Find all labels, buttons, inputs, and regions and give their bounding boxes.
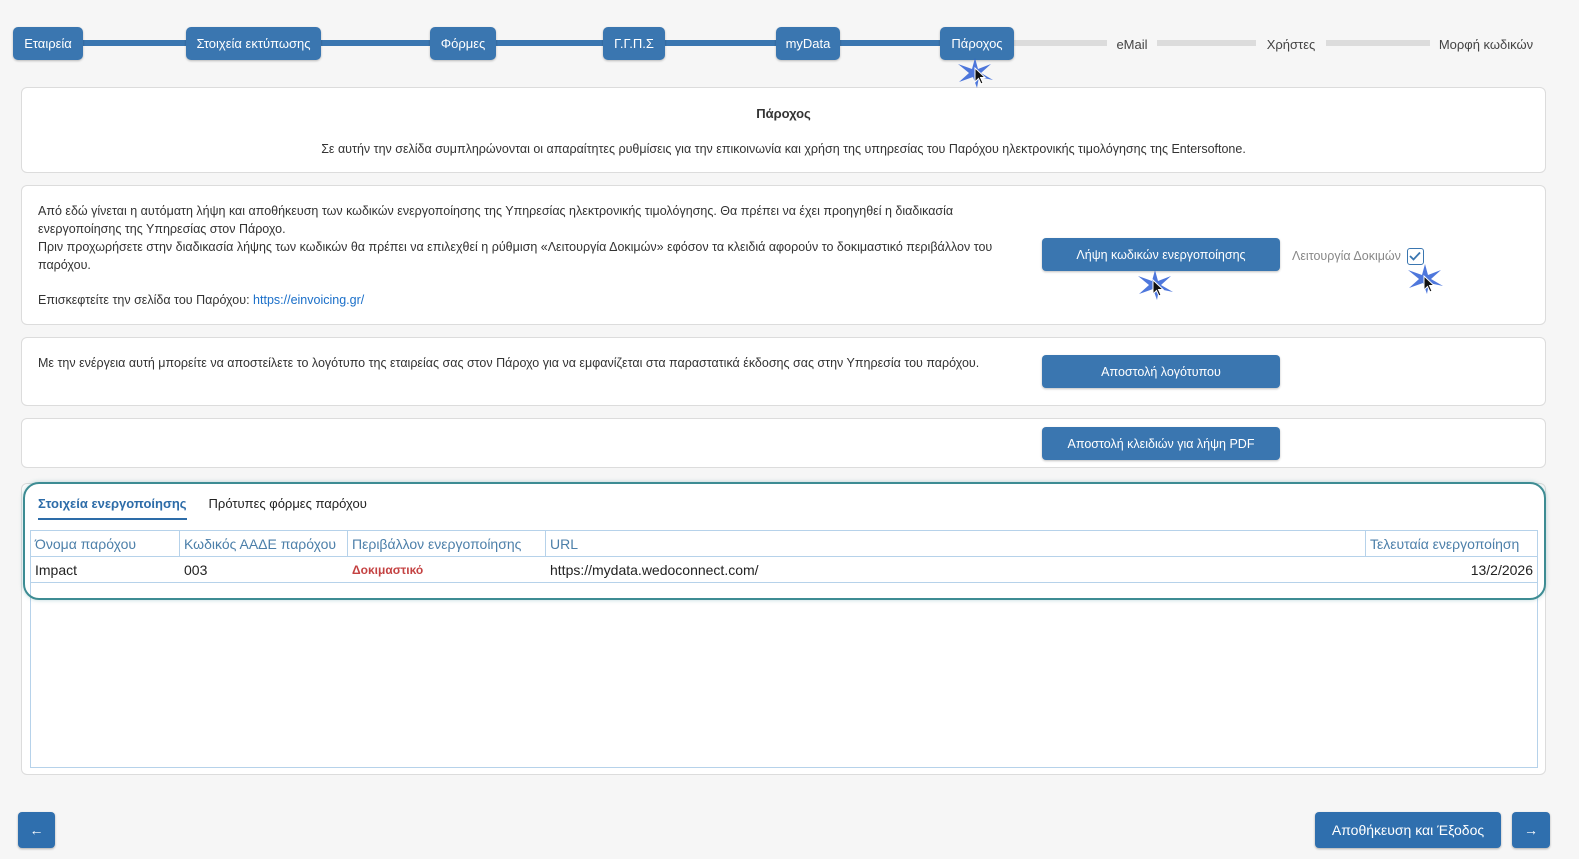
logo-card: Με την ενέργεια αυτή μπορείτε να αποστεί… xyxy=(21,337,1546,406)
visit-provider-line: Επισκεφτείτε την σελίδα του Παρόχου: htt… xyxy=(38,291,1018,309)
send-logo-button[interactable]: Αποστολή λογότυπου xyxy=(1042,355,1280,388)
step-code-format[interactable]: Μορφή κωδικών xyxy=(1430,34,1542,54)
cell-environment: Δοκιμαστικό xyxy=(348,557,546,582)
step-mydata[interactable]: myData xyxy=(776,27,840,60)
arrow-left-icon: ← xyxy=(29,822,44,838)
step-print-settings[interactable]: Στοιχεία εκτύπωσης xyxy=(186,27,321,60)
test-mode-label: Λειτουργία Δοκιμών xyxy=(1292,249,1401,263)
next-button[interactable]: → xyxy=(1512,812,1550,848)
arrow-right-icon: → xyxy=(1524,822,1538,838)
environment-badge: Δοκιμαστικό xyxy=(352,562,424,577)
step-email[interactable]: eMail xyxy=(1107,34,1157,54)
activation-text-2: Πριν προχωρήσετε στην διαδικασία λήψης τ… xyxy=(38,240,993,272)
col-provider-name[interactable]: Όνομα παρόχου xyxy=(31,531,180,556)
table-row[interactable]: Impact 003 Δοκιμαστικό https://mydata.we… xyxy=(31,557,1537,583)
intro-card: Πάροχος Σε αυτήν την σελίδα συμπληρώνοντ… xyxy=(21,87,1546,173)
pdf-card: Αποστολή κλειδιών για λήψη PDF xyxy=(21,418,1546,468)
test-mode-toggle[interactable]: Λειτουργία Δοκιμών xyxy=(1292,246,1424,266)
activation-card: Από εδώ γίνεται η αυτόματη λήψη και αποθ… xyxy=(21,185,1546,325)
cell-last-activation: 13/2/2026 xyxy=(1470,561,1533,578)
col-environment[interactable]: Περιβάλλον ενεργοποίησης xyxy=(348,531,546,556)
tab-activation-details[interactable]: Στοιχεία ενεργοποίησης xyxy=(38,496,187,520)
test-mode-checkbox[interactable] xyxy=(1406,247,1424,265)
save-and-exit-button[interactable]: Αποθήκευση και Έξοδος xyxy=(1315,812,1501,848)
send-pdf-keys-button[interactable]: Αποστολή κλειδιών για λήψη PDF xyxy=(1042,427,1280,460)
col-aade-code[interactable]: Κωδικός ΑΑΔΕ παρόχου xyxy=(180,531,348,556)
cell-aade-code: 003 xyxy=(184,561,208,578)
activation-text-1: Από εδώ γίνεται η αυτόματη λήψη και αποθ… xyxy=(38,204,954,236)
visit-provider-label: Επισκεφτείτε την σελίδα του Παρόχου: xyxy=(38,293,250,307)
col-last-activation[interactable]: Τελευταία ενεργοποίηση xyxy=(1366,531,1537,556)
grid-header-row: Όνομα παρόχου Κωδικός ΑΑΔΕ παρόχου Περιβ… xyxy=(31,531,1537,557)
step-company[interactable]: Εταιρεία xyxy=(13,27,83,60)
page-title: Πάροχος xyxy=(756,106,811,121)
logo-description: Με την ενέργεια αυτή μπορείτε να αποστεί… xyxy=(38,356,980,370)
get-activation-codes-button[interactable]: Λήψη κωδικών ενεργοποίησης xyxy=(1042,238,1280,271)
activation-description: Από εδώ γίνεται η αυτόματη λήψη και αποθ… xyxy=(38,202,1018,309)
page-description: Σε αυτήν την σελίδα συμπληρώνονται οι απ… xyxy=(321,142,1246,156)
step-users[interactable]: Χρήστες xyxy=(1256,34,1326,54)
activation-grid: Όνομα παρόχου Κωδικός ΑΑΔΕ παρόχου Περιβ… xyxy=(30,530,1538,768)
setup-stepper: Εταιρεία Στοιχεία εκτύπωσης Φόρμες Γ.Γ.Π… xyxy=(0,0,1579,86)
tab-provider-templates[interactable]: Πρότυπες φόρμες παρόχου xyxy=(209,496,367,520)
cell-url: https://mydata.wedoconnect.com/ xyxy=(550,561,759,578)
stepper-remaining-line xyxy=(1010,40,1430,46)
cell-provider-name: Impact xyxy=(35,561,78,578)
back-button[interactable]: ← xyxy=(18,812,55,848)
step-ggps[interactable]: Γ.Γ.Π.Σ xyxy=(603,27,665,60)
checkmark-icon xyxy=(1409,251,1422,261)
col-url[interactable]: URL xyxy=(546,531,1366,556)
provider-link[interactable]: https://einvoicing.gr/ xyxy=(253,293,364,307)
details-tabs: Στοιχεία ενεργοποίησης Πρότυπες φόρμες π… xyxy=(38,496,367,520)
step-provider[interactable]: Πάροχος xyxy=(940,27,1014,60)
activation-details-card: Στοιχεία ενεργοποίησης Πρότυπες φόρμες π… xyxy=(21,483,1546,775)
step-forms[interactable]: Φόρμες xyxy=(430,27,496,60)
